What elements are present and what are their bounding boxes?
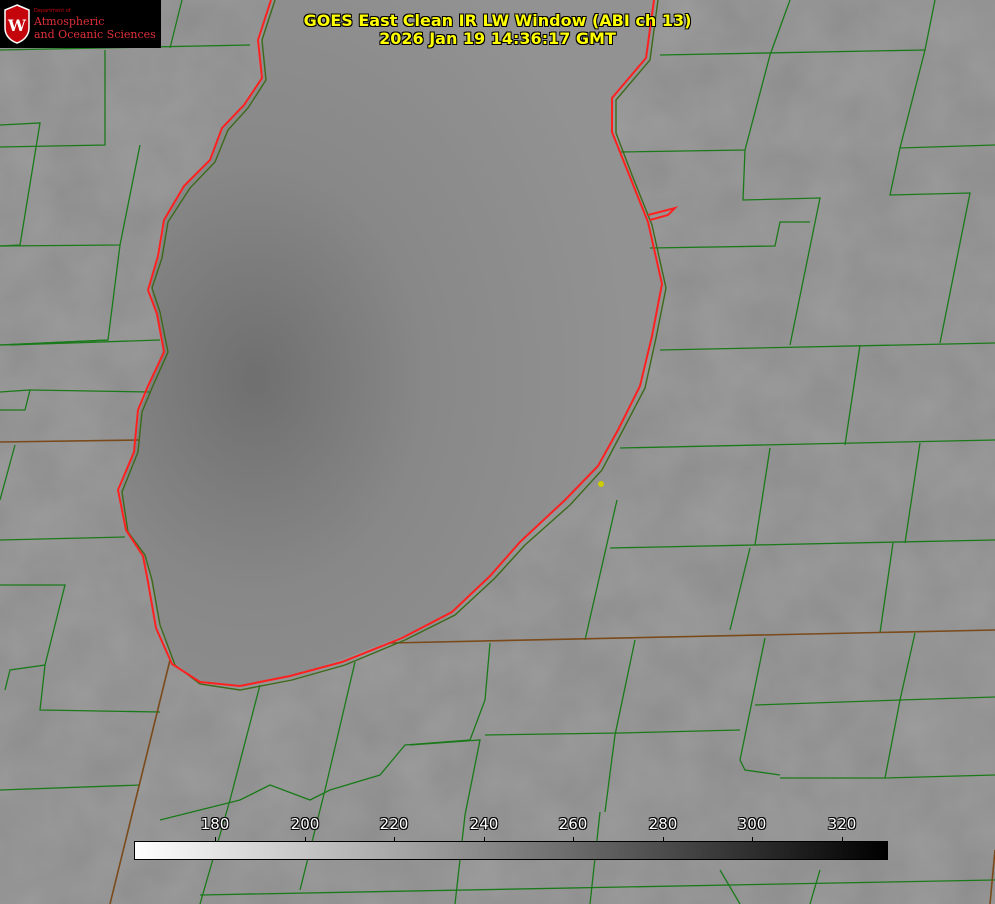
colorbar-tick-mark (484, 837, 485, 842)
image-timestamp: 2026 Jan 19 14:36:17 GMT (379, 29, 616, 48)
colorbar-tick-mark (305, 837, 306, 842)
colorbar-tick-mark (752, 837, 753, 842)
colorbar-tick-label: 300 (737, 815, 767, 833)
colorbar-tick-label: 280 (648, 815, 678, 833)
colorbar-tick-label: 320 (827, 815, 857, 833)
image-title: GOES East Clean IR LW Window (ABI ch 13) (303, 11, 692, 30)
colorbar-tick-mark (663, 837, 664, 842)
colorbar-tick-label: 200 (290, 815, 320, 833)
station-marker (598, 481, 604, 487)
colorbar-tick-label: 260 (558, 815, 588, 833)
satellite-map (0, 0, 995, 904)
colorbar-tick-label: 180 (200, 815, 230, 833)
colorbar-tick-label: 240 (469, 815, 499, 833)
colorbar-tick-label: 220 (379, 815, 409, 833)
colorbar (134, 841, 888, 860)
colorbar-tick-mark (215, 837, 216, 842)
colorbar-tick-mark (842, 837, 843, 842)
satellite-image-viewer: W Department of Atmospheric and Oceanic … (0, 0, 995, 904)
colorbar-tick-mark (573, 837, 574, 842)
colorbar-tick-mark (394, 837, 395, 842)
